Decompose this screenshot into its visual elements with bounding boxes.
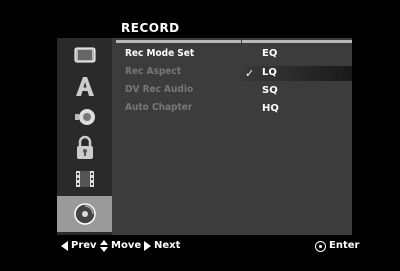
nav-prev-label: Prev — [71, 240, 97, 251]
audio-speaker-icon — [74, 109, 95, 125]
sidebar-item-audio[interactable] — [57, 102, 112, 132]
option-hq[interactable]: HQ — [262, 103, 279, 114]
left-arrow-icon — [61, 241, 68, 251]
film-strip-icon — [75, 171, 94, 187]
up-down-arrow-icon — [100, 240, 108, 252]
enter-icon — [315, 241, 326, 252]
menu-item-auto-chapter[interactable]: Auto Chapter — [125, 102, 192, 113]
option-eq[interactable]: EQ — [262, 48, 277, 59]
options-top-bar — [242, 40, 352, 43]
lock-icon — [76, 135, 93, 159]
menu-item-rec-aspect[interactable]: Rec Aspect — [125, 66, 181, 77]
option-lq[interactable]: LQ — [262, 67, 277, 78]
disc-icon — [73, 203, 96, 225]
selected-row-highlight — [116, 40, 241, 43]
option-sq[interactable]: SQ — [262, 85, 278, 96]
sidebar-item-disc[interactable] — [57, 196, 112, 232]
right-arrow-icon — [144, 241, 151, 251]
menu-item-dv-rec-audio[interactable]: DV Rec Audio — [125, 84, 193, 95]
sidebar-item-record[interactable] — [57, 164, 112, 194]
tv-display-icon — [74, 47, 95, 63]
sidebar-item-language[interactable] — [57, 71, 112, 101]
sidebar-item-lock[interactable] — [57, 133, 112, 163]
language-a-icon — [75, 77, 94, 96]
sidebar-item-display[interactable] — [57, 40, 112, 70]
menu-title: RECORD — [121, 21, 180, 35]
nav-next-label: Next — [154, 240, 181, 251]
category-sidebar — [57, 38, 112, 235]
nav-move-label: Move — [111, 240, 142, 251]
nav-enter-label: Enter — [329, 240, 360, 251]
menu-item-rec-mode-set[interactable]: Rec Mode Set — [125, 48, 194, 59]
record-osd-menu: RECORD Rec Mode Set Rec Aspect DV Rec Au… — [0, 0, 400, 271]
option-row-highlight — [241, 66, 352, 81]
check-icon: ✓ — [245, 67, 255, 80]
